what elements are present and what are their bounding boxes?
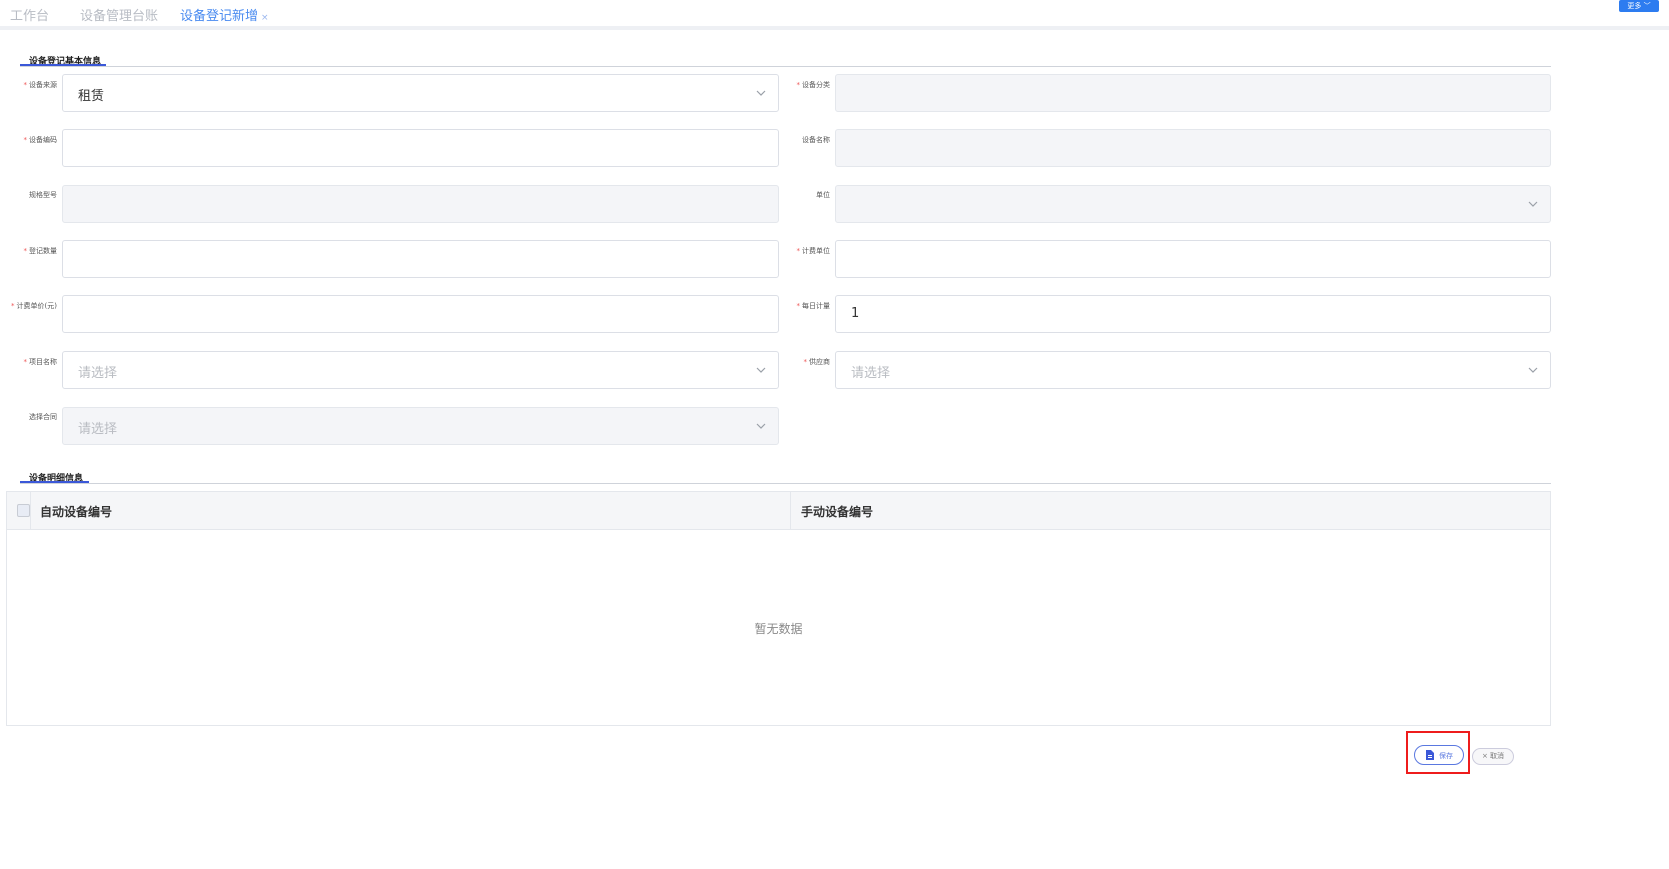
register-qty-input[interactable] [62, 240, 779, 278]
contract-placeholder: 请选择 [78, 422, 118, 437]
label-project: * 项目名称 [23, 358, 58, 366]
tab-close-icon[interactable]: × [261, 13, 269, 23]
label-bill-unit: * 计费单位 [796, 247, 831, 255]
device-code-input[interactable] [62, 129, 779, 167]
table-header: 自动设备编号 手动设备编号 [7, 492, 1550, 530]
tab-device-ledger[interactable]: 设备管理台账 [80, 5, 158, 24]
label-daily-qty: * 每日计量 [796, 302, 831, 310]
tab-label: 设备登记新增 [180, 9, 259, 24]
label-source: * 设备来源 [23, 81, 58, 89]
supplier-select[interactable]: 请选择 [835, 351, 1551, 389]
save-button[interactable]: 保存 [1414, 745, 1464, 765]
column-header-manual-code[interactable]: 手动设备编号 [801, 503, 873, 520]
label-bill-price: * 计费单价(元) [11, 302, 57, 310]
chevron-down-icon [756, 423, 766, 429]
spec-field [62, 185, 779, 223]
daily-qty-value: 1 [851, 306, 860, 321]
device-name-field [835, 129, 1551, 167]
billing-unit-input[interactable] [835, 240, 1551, 278]
select-all-checkbox[interactable] [17, 504, 30, 517]
label-code: * 设备编码 [23, 136, 58, 144]
column-header-auto-code[interactable]: 自动设备编号 [40, 503, 112, 520]
save-file-icon [1426, 750, 1434, 760]
supplier-placeholder: 请选择 [851, 366, 891, 381]
label-category: * 设备分类 [796, 81, 831, 89]
label-name: 设备名称 [802, 136, 830, 144]
billing-price-input[interactable] [62, 295, 779, 333]
tab-device-register-new[interactable]: 设备登记新增 × [180, 5, 269, 24]
label-spec: 规格型号 [29, 191, 57, 199]
chevron-down-icon [1528, 367, 1538, 373]
category-field [835, 74, 1551, 112]
tab-workbench[interactable]: 工作台 [10, 5, 49, 24]
column-divider [30, 492, 31, 530]
save-label: 保存 [1439, 752, 1453, 760]
chevron-down-icon [1528, 201, 1538, 207]
unit-select [835, 185, 1551, 223]
source-value: 租赁 [78, 89, 105, 104]
label-reg-qty: * 登记数量 [23, 247, 58, 255]
daily-qty-input[interactable]: 1 [835, 295, 1551, 333]
source-select[interactable]: 租赁 [62, 74, 779, 112]
cancel-button[interactable]: × 取消 [1472, 748, 1514, 765]
section-divider [20, 483, 1551, 484]
label-unit: 单位 [816, 191, 830, 199]
column-divider [790, 492, 791, 530]
empty-state-text: 暂无数据 [754, 622, 803, 636]
label-contract: 选择合同 [29, 413, 57, 421]
label-supplier: * 供应商 [803, 358, 831, 366]
section-divider [20, 66, 1551, 67]
chevron-down-icon [756, 367, 766, 373]
tab-bar: 工作台 设备管理台账 设备登记新增 × 更多 ﹀ [0, 0, 1669, 30]
contract-select: 请选择 [62, 407, 779, 445]
more-button[interactable]: 更多 ﹀ [1619, 0, 1659, 12]
project-select[interactable]: 请选择 [62, 351, 779, 389]
device-detail-table: 自动设备编号 手动设备编号 暂无数据 [6, 491, 1551, 726]
project-placeholder: 请选择 [78, 366, 118, 381]
chevron-down-icon [756, 90, 766, 96]
